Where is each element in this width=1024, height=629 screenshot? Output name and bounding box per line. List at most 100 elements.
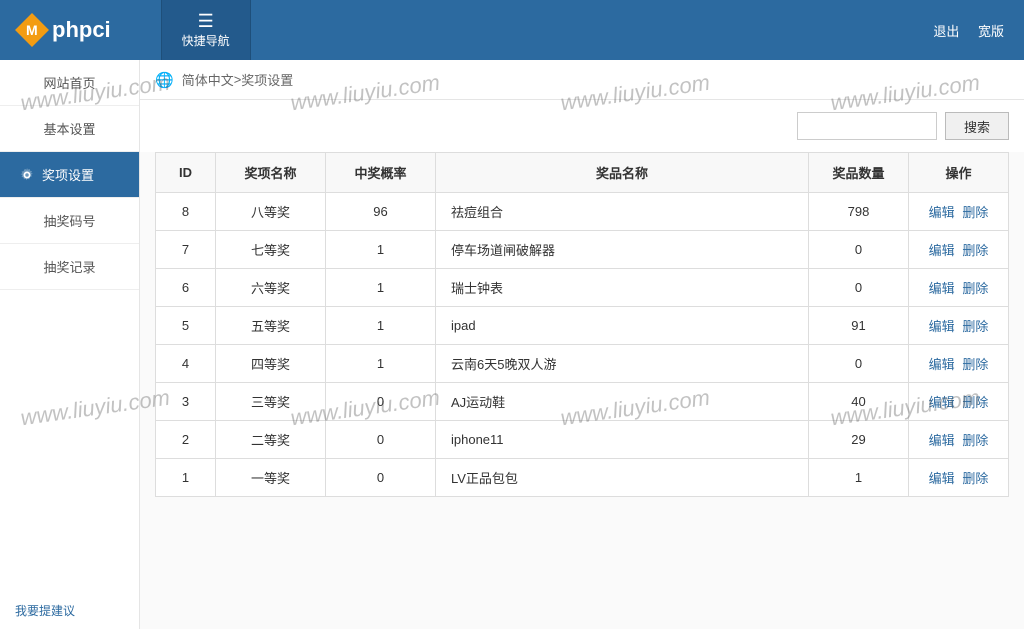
delete-link[interactable]: 删除 — [962, 395, 988, 410]
cell-ops: 编辑 删除 — [909, 383, 1009, 421]
delete-link[interactable]: 删除 — [962, 319, 988, 334]
cell-prize-name: ipad — [436, 307, 809, 345]
breadcrumb-lang[interactable]: 简体中文 — [182, 70, 234, 89]
col-header-award-name: 奖项名称 — [216, 153, 326, 193]
delete-link[interactable]: 删除 — [962, 243, 988, 258]
logo-icon: M — [15, 13, 49, 47]
cell-probability: 1 — [326, 231, 436, 269]
delete-link[interactable]: 删除 — [962, 433, 988, 448]
table-row: 1一等奖0LV正品包包1编辑 删除 — [156, 459, 1009, 497]
cell-id: 6 — [156, 269, 216, 307]
cell-ops: 编辑 删除 — [909, 231, 1009, 269]
cell-prize-name: AJ运动鞋 — [436, 383, 809, 421]
quick-nav-button[interactable]: ☰ 快捷导航 — [161, 0, 251, 60]
cell-ops: 编辑 删除 — [909, 345, 1009, 383]
cell-id: 5 — [156, 307, 216, 345]
cell-id: 3 — [156, 383, 216, 421]
table-row: 7七等奖1停车场道闸破解器0编辑 删除 — [156, 231, 1009, 269]
awards-table: ID 奖项名称 中奖概率 奖品名称 奖品数量 操作 8八等奖96祛痘组合798编… — [155, 152, 1009, 497]
edit-link[interactable]: 编辑 — [929, 395, 955, 410]
header-left: M phpci ☰ 快捷导航 — [0, 0, 251, 60]
search-input[interactable] — [797, 112, 937, 140]
wide-link[interactable]: 宽版 — [978, 24, 1004, 39]
cell-id: 4 — [156, 345, 216, 383]
edit-link[interactable]: 编辑 — [929, 205, 955, 220]
cell-probability: 1 — [326, 269, 436, 307]
breadcrumb: 🌐 简体中文 > 奖项设置 — [140, 60, 1024, 100]
cell-quantity: 29 — [809, 421, 909, 459]
cell-probability: 0 — [326, 459, 436, 497]
header-right: 退出 宽版 — [918, 21, 1004, 40]
table-row: 6六等奖1瑞士钟表0编辑 删除 — [156, 269, 1009, 307]
edit-link[interactable]: 编辑 — [929, 357, 955, 372]
cell-prize-name: 祛痘组合 — [436, 193, 809, 231]
cell-quantity: 91 — [809, 307, 909, 345]
sidebar-item-label: 抽奖码号 — [43, 214, 95, 229]
sidebar-item-label: 抽奖记录 — [43, 260, 95, 275]
delete-link[interactable]: 删除 — [962, 357, 988, 372]
sidebar-item-label: 奖项设置 — [42, 165, 94, 184]
sidebar-item-award-settings[interactable]: 奖项设置 — [0, 152, 139, 198]
cell-quantity: 0 — [809, 345, 909, 383]
table-row: 3三等奖0AJ运动鞋40编辑 删除 — [156, 383, 1009, 421]
edit-link[interactable]: 编辑 — [929, 319, 955, 334]
sidebar-item-lottery-codes[interactable]: 抽奖码号 — [0, 198, 139, 244]
search-button[interactable]: 搜索 — [945, 112, 1009, 140]
delete-link[interactable]: 删除 — [962, 205, 988, 220]
edit-link[interactable]: 编辑 — [929, 243, 955, 258]
breadcrumb-page: 奖项设置 — [241, 70, 293, 89]
sidebar-footer: 我要提建议 — [0, 592, 139, 629]
cell-probability: 1 — [326, 345, 436, 383]
cell-ops: 编辑 删除 — [909, 269, 1009, 307]
col-header-probability: 中奖概率 — [326, 153, 436, 193]
edit-link[interactable]: 编辑 — [929, 433, 955, 448]
cell-probability: 0 — [326, 383, 436, 421]
cell-id: 2 — [156, 421, 216, 459]
cell-prize-name: LV正品包包 — [436, 459, 809, 497]
logout-link[interactable]: 退出 — [933, 24, 959, 39]
cell-quantity: 40 — [809, 383, 909, 421]
cell-award-name: 一等奖 — [216, 459, 326, 497]
col-header-prize-name: 奖品名称 — [436, 153, 809, 193]
logo-text: phpci — [52, 17, 111, 43]
logo[interactable]: M phpci — [0, 17, 131, 43]
cell-award-name: 七等奖 — [216, 231, 326, 269]
cell-id: 8 — [156, 193, 216, 231]
cell-prize-name: 瑞士钟表 — [436, 269, 809, 307]
sidebar-item-basic-settings[interactable]: 基本设置 — [0, 106, 139, 152]
main: 🌐 简体中文 > 奖项设置 搜索 ID 奖项名称 中奖概率 奖品名称 奖品数量 … — [140, 60, 1024, 629]
table-row: 8八等奖96祛痘组合798编辑 删除 — [156, 193, 1009, 231]
delete-link[interactable]: 删除 — [962, 281, 988, 296]
cell-quantity: 0 — [809, 231, 909, 269]
col-header-id: ID — [156, 153, 216, 193]
sidebar-item-lottery-records[interactable]: 抽奖记录 — [0, 244, 139, 290]
cell-award-name: 二等奖 — [216, 421, 326, 459]
table-row: 5五等奖1ipad91编辑 删除 — [156, 307, 1009, 345]
cell-id: 1 — [156, 459, 216, 497]
cell-award-name: 六等奖 — [216, 269, 326, 307]
table-row: 2二等奖0iphone1129 编辑 删除 — [156, 421, 1009, 459]
cell-award-name: 四等奖 — [216, 345, 326, 383]
cell-award-name: 五等奖 — [216, 307, 326, 345]
cell-ops: 编辑 删除 — [909, 459, 1009, 497]
sidebar-item-home[interactable]: 网站首页 — [0, 60, 139, 106]
cell-ops: 编辑 删除 — [909, 307, 1009, 345]
edit-link[interactable]: 编辑 — [929, 471, 955, 486]
cell-quantity: 1 — [809, 459, 909, 497]
cell-probability: 96 — [326, 193, 436, 231]
breadcrumb-sep: > — [234, 72, 242, 87]
list-icon: ☰ — [198, 12, 214, 30]
cell-id: 7 — [156, 231, 216, 269]
gear-icon — [20, 168, 34, 182]
cell-award-name: 八等奖 — [216, 193, 326, 231]
col-header-quantity: 奖品数量 — [809, 153, 909, 193]
cell-probability: 0 — [326, 421, 436, 459]
feedback-link[interactable]: 我要提建议 — [15, 604, 75, 618]
cell-prize-name: iphone11 — [436, 421, 809, 459]
cell-probability: 1 — [326, 307, 436, 345]
edit-link[interactable]: 编辑 — [929, 281, 955, 296]
table-row: 4四等奖1云南6天5晚双人游0编辑 删除 — [156, 345, 1009, 383]
sidebar-item-label: 基本设置 — [43, 122, 95, 137]
sidebar: 网站首页 基本设置 奖项设置 抽奖码号 抽奖记录 我要提建议 — [0, 60, 140, 629]
delete-link[interactable]: 删除 — [962, 471, 988, 486]
